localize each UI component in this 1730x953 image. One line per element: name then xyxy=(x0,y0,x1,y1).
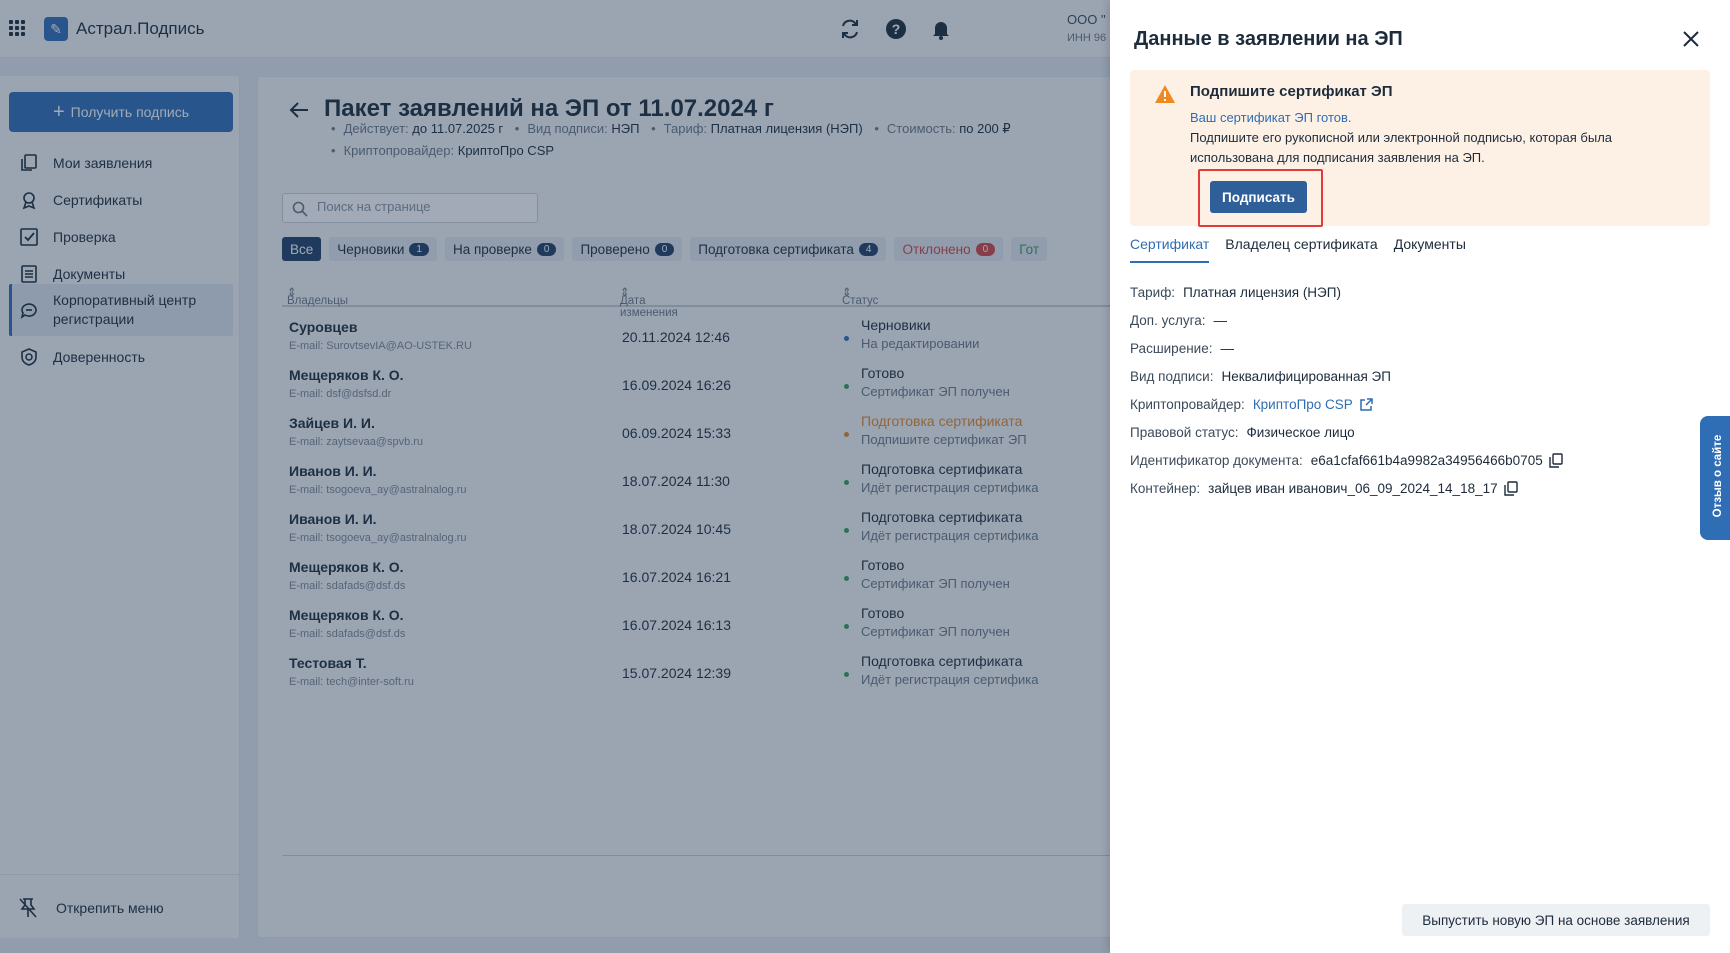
copy-icon[interactable] xyxy=(1549,453,1563,468)
field-tariff: Тариф: Платная лицензия (НЭП) xyxy=(1130,285,1341,300)
drawer-title: Данные в заявлении на ЭП xyxy=(1134,28,1403,50)
warning-icon xyxy=(1155,85,1175,103)
issue-new-signature-button[interactable]: Выпустить новую ЭП на основе заявления xyxy=(1402,904,1710,936)
field-signature-type: Вид подписи: Неквалифицированная ЭП xyxy=(1130,369,1391,384)
close-button[interactable] xyxy=(1680,28,1702,50)
close-icon xyxy=(1683,31,1699,47)
alert-ready-text: Ваш сертификат ЭП готов. xyxy=(1190,110,1352,125)
alert-title: Подпишите сертификат ЭП xyxy=(1190,83,1393,100)
feedback-tab[interactable]: Отзыв о сайте xyxy=(1700,416,1730,540)
field-extension: Расширение: — xyxy=(1130,341,1234,356)
tab-certificate[interactable]: Сертификат xyxy=(1130,236,1210,263)
copy-icon[interactable] xyxy=(1503,481,1518,496)
application-details-drawer: Данные в заявлении на ЭП Подпишите серти… xyxy=(1110,0,1730,953)
drawer-tabs: Сертификат Владелец сертификата Документ… xyxy=(1130,236,1466,263)
field-crypto-provider: Криптопровайдер: КриптоПро CSP xyxy=(1130,397,1373,412)
field-extra-service: Доп. услуга: — xyxy=(1130,313,1227,328)
crypto-provider-link[interactable]: КриптоПро CSP xyxy=(1253,397,1353,412)
field-legal-status: Правовой статус: Физическое лицо xyxy=(1130,425,1355,440)
sign-button-highlight xyxy=(1198,169,1323,227)
alert-instruction-text: Подпишите его рукописной или электронной… xyxy=(1190,130,1613,165)
sign-certificate-alert: Подпишите сертификат ЭП Ваш сертификат Э… xyxy=(1130,70,1710,227)
tab-certificate-owner[interactable]: Владелец сертификата xyxy=(1225,236,1377,263)
external-link-icon[interactable] xyxy=(1359,397,1373,412)
field-document-id: Идентификатор документа: e6a1cfaf661b4a99… xyxy=(1130,453,1563,468)
tab-documents[interactable]: Документы xyxy=(1394,236,1466,263)
field-container: Контейнер: зайцев иван иванович_06_09_202… xyxy=(1130,481,1518,496)
